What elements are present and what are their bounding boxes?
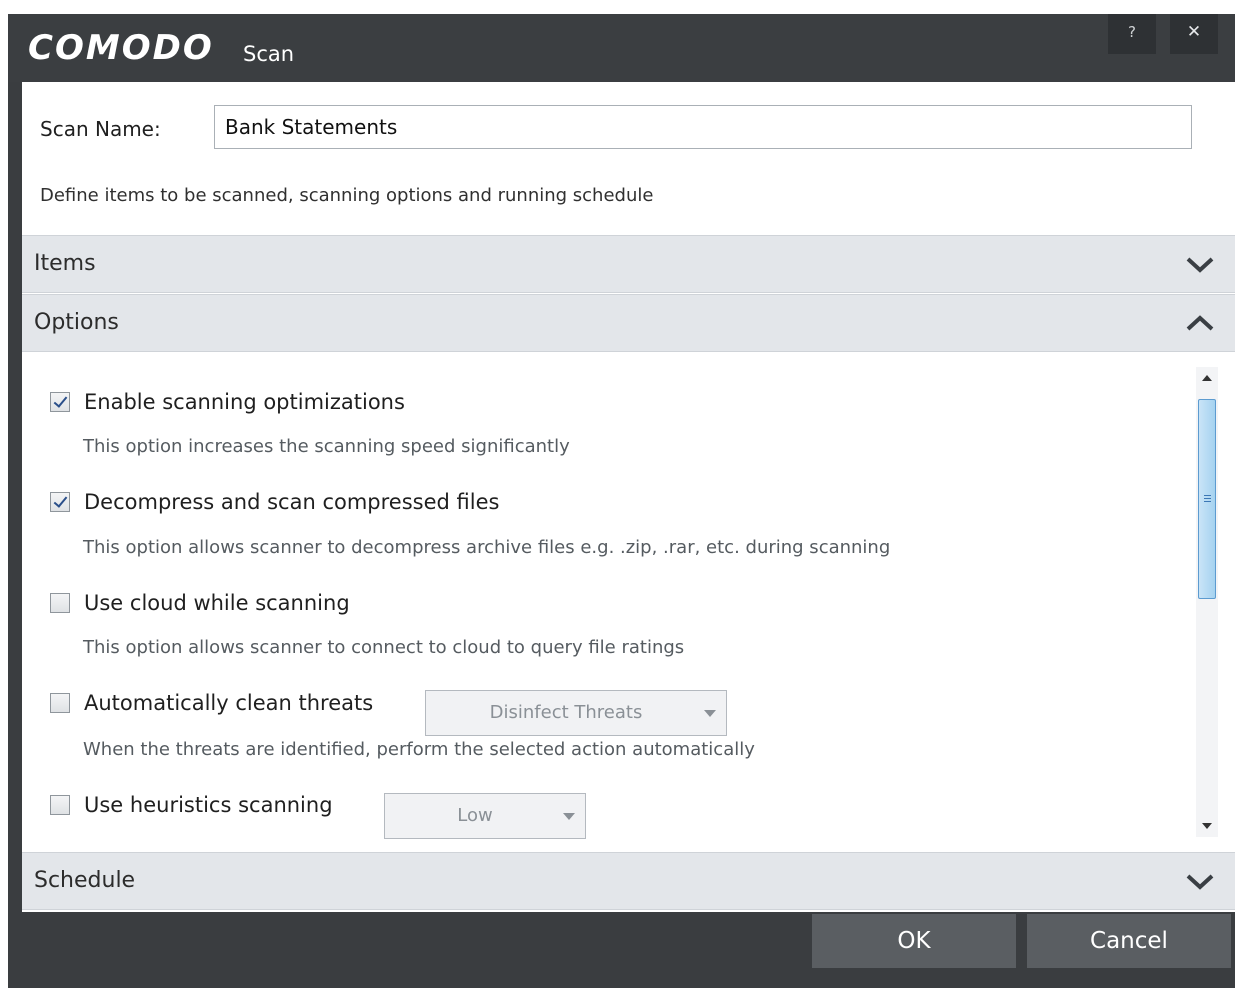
schedule-section-label: Schedule [34, 868, 136, 893]
option-label: Use cloud while scanning [84, 591, 350, 615]
checkbox[interactable] [50, 492, 70, 512]
heuristics-level-dropdown[interactable]: Low [384, 793, 586, 839]
help-icon: ? [1128, 23, 1136, 41]
window-title: Scan [243, 42, 295, 66]
option-label: Decompress and scan compressed files [84, 490, 500, 514]
dropdown-value: Low [457, 805, 493, 826]
checkbox[interactable] [50, 392, 70, 412]
close-icon: ✕ [1186, 22, 1202, 42]
option-help-text: This option allows scanner to connect to… [83, 637, 685, 658]
scroll-down-arrow-icon[interactable] [1202, 823, 1212, 829]
dialog-description: Define items to be scanned, scanning opt… [40, 185, 654, 206]
option-help-text: This option increases the scanning speed… [83, 436, 570, 457]
schedule-section-header[interactable]: Schedule [22, 852, 1235, 910]
options-section-header[interactable]: Options [22, 294, 1235, 352]
grip-icon [1204, 495, 1211, 496]
option-label: Automatically clean threats [84, 691, 374, 715]
scan-name-input[interactable] [214, 105, 1192, 149]
chevron-up-icon [1186, 315, 1214, 331]
chevron-down-icon [1186, 257, 1214, 273]
dropdown-arrow-icon [563, 813, 575, 820]
items-section-header[interactable]: Items [22, 235, 1235, 293]
comodo-logo: COMODO [28, 28, 214, 68]
options-list: Enable scanning optimizations This optio… [22, 353, 1235, 852]
items-section-label: Items [34, 251, 96, 276]
cancel-button[interactable]: Cancel [1027, 914, 1231, 968]
scroll-up-arrow-icon[interactable] [1202, 375, 1212, 381]
dropdown-value: Disinfect Threats [489, 702, 643, 723]
scan-dialog: COMODO Scan ? ✕ Scan Name: Define items … [8, 14, 1235, 988]
checkbox[interactable] [50, 693, 70, 713]
chevron-down-icon [1186, 874, 1214, 890]
option-help-text: This option allows scanner to decompress… [83, 537, 891, 558]
options-scrollbar[interactable] [1196, 367, 1218, 837]
option-help-text: When the threats are identified, perform… [83, 739, 755, 760]
title-bar: COMODO Scan ? ✕ [8, 14, 1235, 82]
help-button[interactable]: ? [1108, 14, 1156, 54]
option-label: Use heuristics scanning [84, 793, 333, 817]
option-label: Enable scanning optimizations [84, 390, 405, 414]
dropdown-arrow-icon [704, 710, 716, 717]
checkbox[interactable] [50, 795, 70, 815]
clean-action-dropdown[interactable]: Disinfect Threats [425, 690, 727, 736]
options-section-label: Options [34, 310, 119, 335]
scrollbar-thumb[interactable] [1198, 399, 1216, 599]
checkbox[interactable] [50, 593, 70, 613]
ok-button[interactable]: OK [812, 914, 1016, 968]
scan-settings-panel: Scan Name: Define items to be scanned, s… [22, 82, 1235, 912]
close-button[interactable]: ✕ [1170, 14, 1218, 54]
scan-name-label: Scan Name: [40, 117, 161, 141]
